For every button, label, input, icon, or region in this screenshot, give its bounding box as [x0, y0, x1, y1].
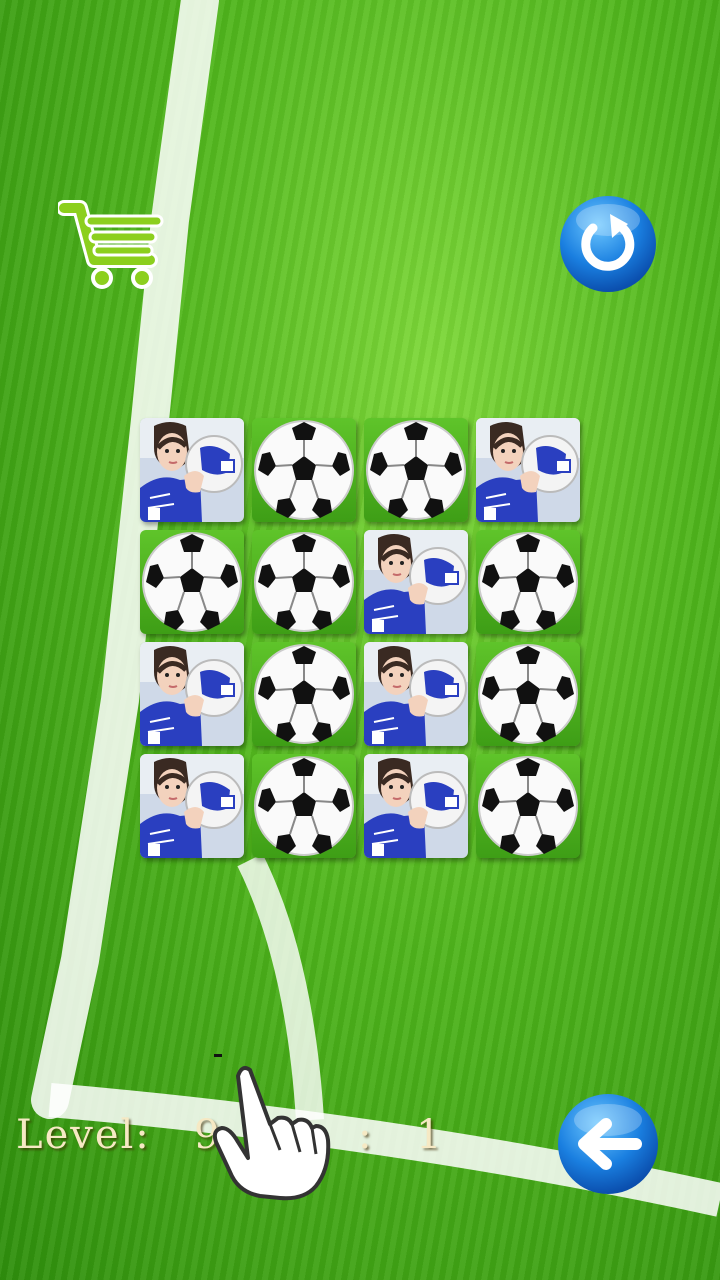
tile-player-photo[interactable]: [140, 418, 244, 522]
tile-soccer-ball[interactable]: [140, 530, 244, 634]
player-photo-icon: [364, 754, 468, 858]
tile-soccer-ball[interactable]: [252, 418, 356, 522]
soccer-ball-icon: [478, 644, 578, 744]
tile-soccer-ball[interactable]: [252, 642, 356, 746]
tutorial-hand: [208, 1058, 332, 1204]
tile-player-photo[interactable]: [140, 754, 244, 858]
tile-soccer-ball[interactable]: [476, 530, 580, 634]
player-photo-icon: [140, 642, 244, 746]
restart-button[interactable]: [558, 194, 658, 294]
tile-soccer-ball[interactable]: [364, 418, 468, 522]
tile-player-photo[interactable]: [476, 418, 580, 522]
player-photo-icon: [364, 642, 468, 746]
shop-cart-button[interactable]: [56, 198, 170, 294]
tile-player-photo[interactable]: [364, 754, 468, 858]
player-photo-icon: [364, 530, 468, 634]
tile-player-photo[interactable]: [364, 642, 468, 746]
player-photo-icon: [140, 754, 244, 858]
tile-soccer-ball[interactable]: [476, 754, 580, 858]
memory-board: [140, 418, 588, 866]
tile-player-photo[interactable]: [364, 530, 468, 634]
shopping-cart-icon: [56, 200, 164, 289]
player-photo-icon: [476, 418, 580, 522]
soccer-ball-icon: [254, 420, 354, 520]
soccer-ball-icon: [142, 532, 242, 632]
soccer-ball-icon: [254, 532, 354, 632]
tile-soccer-ball[interactable]: [252, 754, 356, 858]
refresh-icon: [560, 196, 656, 292]
soccer-ball-icon: [254, 756, 354, 856]
dash-mark: [214, 1054, 222, 1057]
level-label: Level:: [16, 1112, 151, 1158]
soccer-ball-icon: [478, 532, 578, 632]
tile-soccer-ball[interactable]: [476, 642, 580, 746]
player-photo-icon: [140, 418, 244, 522]
soccer-ball-icon: [254, 644, 354, 744]
pointing-hand-icon: [212, 1066, 331, 1201]
back-arrow-icon: [558, 1094, 658, 1194]
soccer-ball-icon: [478, 756, 578, 856]
tile-soccer-ball[interactable]: [252, 530, 356, 634]
move-count: 1: [416, 1112, 444, 1158]
separator: :: [358, 1112, 374, 1158]
soccer-ball-icon: [366, 420, 466, 520]
tile-player-photo[interactable]: [140, 642, 244, 746]
back-button[interactable]: [556, 1092, 660, 1196]
